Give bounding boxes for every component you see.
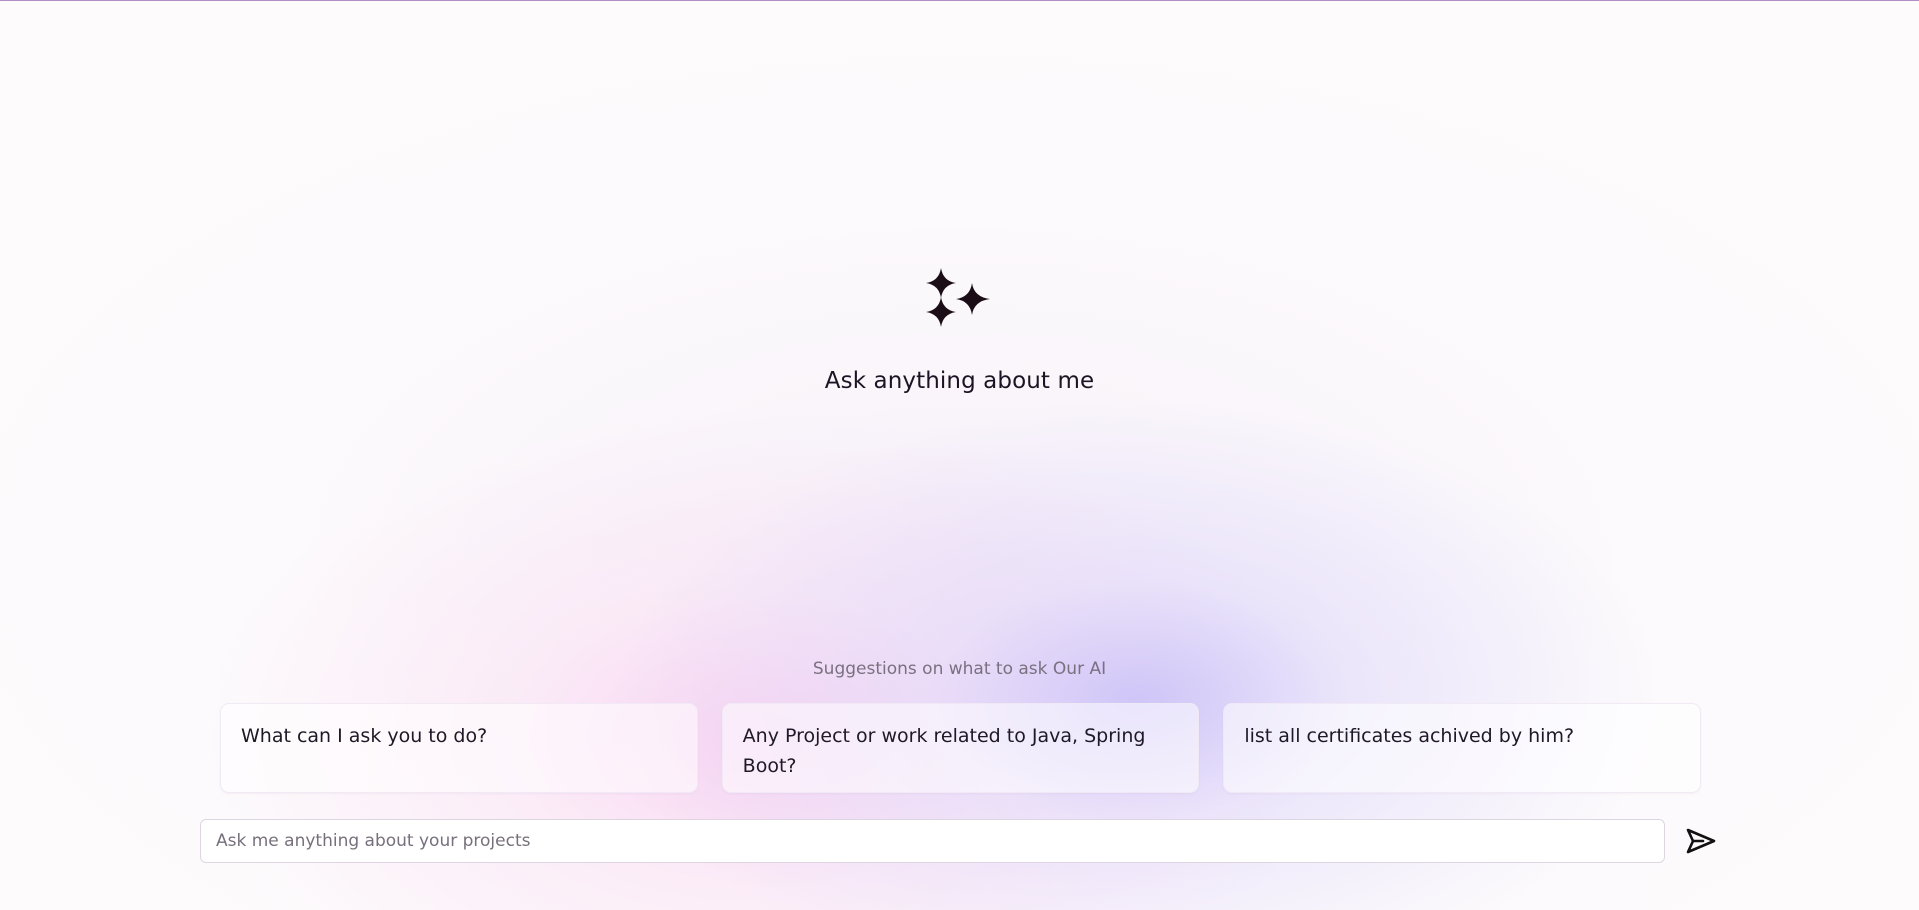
page-title: Ask anything about me	[824, 368, 1095, 394]
suggestions-heading: Suggestions on what to ask Our AI	[812, 659, 1107, 679]
sparkles-icon	[925, 268, 990, 327]
chat-bar	[200, 819, 1720, 863]
suggestion-card[interactable]: What can I ask you to do?	[220, 703, 698, 793]
send-button[interactable]	[1683, 823, 1719, 859]
send-icon	[1686, 828, 1716, 854]
chat-input[interactable]	[200, 819, 1665, 863]
suggestion-list: What can I ask you to do? Any Project or…	[220, 703, 1702, 793]
suggestion-card[interactable]: Any Project or work related to Java, Spr…	[721, 703, 1200, 793]
hero: Ask anything about me	[0, 262, 1919, 394]
suggestion-card[interactable]: list all certificates achived by him?	[1223, 703, 1702, 793]
top-accent-line	[0, 0, 1919, 1]
